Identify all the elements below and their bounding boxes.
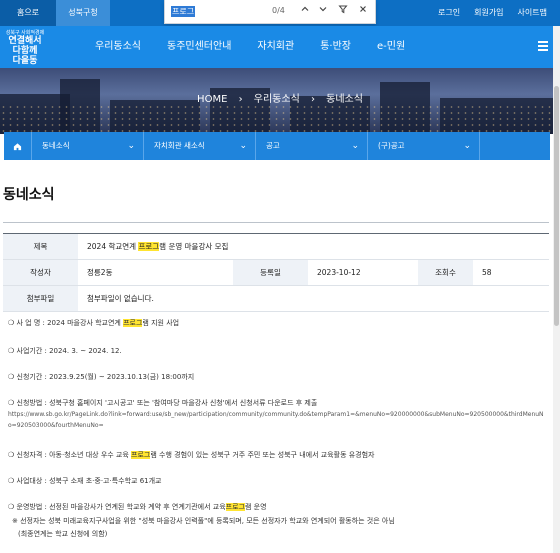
subnav-label: 자치회관 새소식 xyxy=(154,141,205,150)
breadcrumb-current: 동네소식 xyxy=(326,94,363,105)
logo-line-1: 연결해서 xyxy=(8,36,42,46)
home-icon[interactable] xyxy=(4,132,32,160)
utility-links: 로그인 회원가입 사이트맵 xyxy=(431,0,554,26)
date-value: 2023-10-12 xyxy=(308,259,418,286)
apply-link[interactable]: https://www.sb.go.kr/PageLink.do?link=fo… xyxy=(8,409,544,431)
find-highlight: 프로그 xyxy=(131,451,151,459)
body-line-period: ❍ 사업기간 : 2024. 3. ~ 2024. 12. xyxy=(8,347,122,355)
site-logo[interactable]: 성북구 사회적경제 연결해서 다함께 다올동 xyxy=(2,30,48,66)
body-line-eligibility: ❍ 신청자격 : 아동·청소년 대상 우수 교육 프로그램 수행 경험이 있는 … xyxy=(8,451,375,459)
body-line-target: ❍ 사업대상 : 성북구 소재 초·중·고·특수학교 61개교 xyxy=(8,477,162,485)
body-line-apply-period: ❍ 신청기간 : 2023.9.25(월) ~ 2023.10.13(금) 18… xyxy=(8,373,195,381)
find-highlight: 프로그 xyxy=(123,319,143,327)
subnav-label: 공고 xyxy=(266,141,280,150)
page-scrollbar[interactable] xyxy=(553,26,560,553)
chevron-down-icon: ⌄ xyxy=(239,141,247,151)
body-line-apply-method: ❍ 신청방법 : 성북구청 홈페이지 '고시공고' 또는 '참여마당 마을강사 … xyxy=(8,399,318,407)
hamburger-menu-icon[interactable] xyxy=(538,41,548,51)
subnav-label: (구)공고 xyxy=(378,141,405,150)
body-line-operation: ❍ 운영방법 : 선정된 마을강사가 연계된 학교와 계약 후 연계기관에서 교… xyxy=(8,503,267,511)
date-label: 등록일 xyxy=(233,259,308,286)
subnav-item-hall-news[interactable]: 자치회관 새소식 ⌄ xyxy=(144,132,256,160)
author-label: 작성자 xyxy=(3,259,78,286)
attachment-label: 첨부파일 xyxy=(3,285,78,312)
find-bar: 프로그 0/4 xyxy=(164,0,376,24)
body-line-program-name: ❍ 사 업 명 : 2024 마을강사 학교연계 프로그램 지원 사업 xyxy=(8,319,180,327)
logo-line-2: 다함께 xyxy=(12,46,38,56)
chevron-down-icon: ⌄ xyxy=(127,141,135,151)
views-label: 조회수 xyxy=(418,259,473,286)
gnb-item-eminwon[interactable]: e-민원 xyxy=(364,26,418,68)
gnb-item-self-governance[interactable]: 자치회관 xyxy=(244,26,307,68)
post-title: 2024 학교연계 프로그램 운영 마을강사 모집 xyxy=(78,233,549,260)
hero-breadcrumb: HOME › 우리동소식 › 동네소식 xyxy=(0,90,560,105)
subnav-item-notice[interactable]: 공고 ⌄ xyxy=(256,132,368,160)
sitemap-link[interactable]: 사이트맵 xyxy=(511,0,554,26)
breadcrumb-separator-icon: › xyxy=(310,94,315,105)
chevron-down-icon: ⌄ xyxy=(463,141,471,151)
find-match-count: 0/4 xyxy=(272,6,285,15)
chevron-down-icon: ⌄ xyxy=(351,141,359,151)
global-nav: 우리동소식 동주민센터안내 자치회관 통·반장 e-민원 xyxy=(82,26,418,68)
home-tab[interactable]: 홈으로 xyxy=(0,0,56,26)
table-row: 첨부파일 첨부파일이 없습니다. xyxy=(3,285,549,312)
subnav-item-news[interactable]: 동네소식 ⌄ xyxy=(32,132,144,160)
table-row: 작성자 정릉2동 등록일 2023-10-12 조회수 58 xyxy=(3,259,549,286)
divider xyxy=(3,222,549,223)
breadcrumb-news[interactable]: 우리동소식 xyxy=(254,94,300,105)
site-header: 성북구 사회적경제 연결해서 다함께 다올동 우리동소식 동주민센터안내 자치회… xyxy=(0,26,560,68)
chevron-down-icon[interactable] xyxy=(316,4,330,18)
subnav-label: 동네소식 xyxy=(42,141,70,150)
body-line-note: ※ 선정자는 성북 미래교육지구사업을 위한 "성북 마을강사 인력풀"에 등록… xyxy=(12,517,395,525)
logo-line-3: 다올동 xyxy=(12,56,38,66)
breadcrumb-separator-icon: › xyxy=(238,94,243,105)
title-label: 제목 xyxy=(3,233,78,260)
gnb-item-tongban[interactable]: 통·반장 xyxy=(307,26,364,68)
find-highlight: 프로그 xyxy=(225,503,245,511)
gnb-item-news[interactable]: 우리동소식 xyxy=(82,26,154,68)
breadcrumb-home[interactable]: HOME xyxy=(197,94,227,105)
find-input[interactable]: 프로그 xyxy=(171,6,196,17)
filter-icon[interactable] xyxy=(336,4,350,18)
post-info-table: 제목 2024 학교연계 프로그램 운영 마을강사 모집 작성자 정릉2동 등록… xyxy=(3,233,549,312)
attachment-value: 첨부파일이 없습니다. xyxy=(78,285,549,312)
author-value: 정릉2동 xyxy=(78,259,233,286)
hero-banner: HOME › 우리동소식 › 동네소식 xyxy=(0,68,560,134)
scrollbar-thumb[interactable] xyxy=(554,86,559,326)
page-title: 동네소식 xyxy=(3,187,55,203)
views-value: 58 xyxy=(473,259,549,286)
sub-navigation: 동네소식 ⌄ 자치회관 새소식 ⌄ 공고 ⌄ (구)공고 ⌄ xyxy=(4,132,550,160)
signup-link[interactable]: 회원가입 xyxy=(467,0,510,26)
subnav-item-old-notice[interactable]: (구)공고 ⌄ xyxy=(368,132,480,160)
find-highlight: 프로그 xyxy=(138,242,160,251)
gnb-item-center-info[interactable]: 동주민센터안내 xyxy=(154,26,244,68)
login-link[interactable]: 로그인 xyxy=(431,0,467,26)
seongbuk-gu-tab[interactable]: 성북구청 xyxy=(56,0,110,26)
table-row: 제목 2024 학교연계 프로그램 운영 마을강사 모집 xyxy=(3,233,549,260)
chevron-up-icon[interactable] xyxy=(298,4,312,18)
body-line-note-2: (최종연계는 학교 신청에 의함) xyxy=(18,530,108,538)
close-icon[interactable] xyxy=(356,4,370,18)
